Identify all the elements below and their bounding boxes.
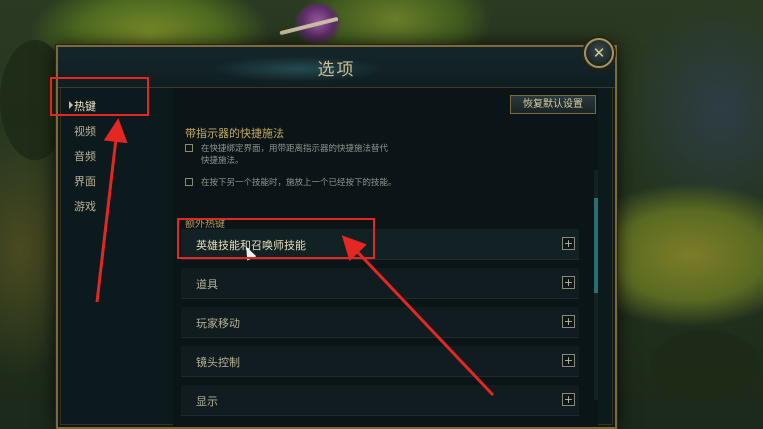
annotation-arrow-abilities <box>341 235 495 397</box>
annotation-arrow-hotkeys <box>95 118 128 303</box>
annotation-arrows <box>95 118 495 397</box>
